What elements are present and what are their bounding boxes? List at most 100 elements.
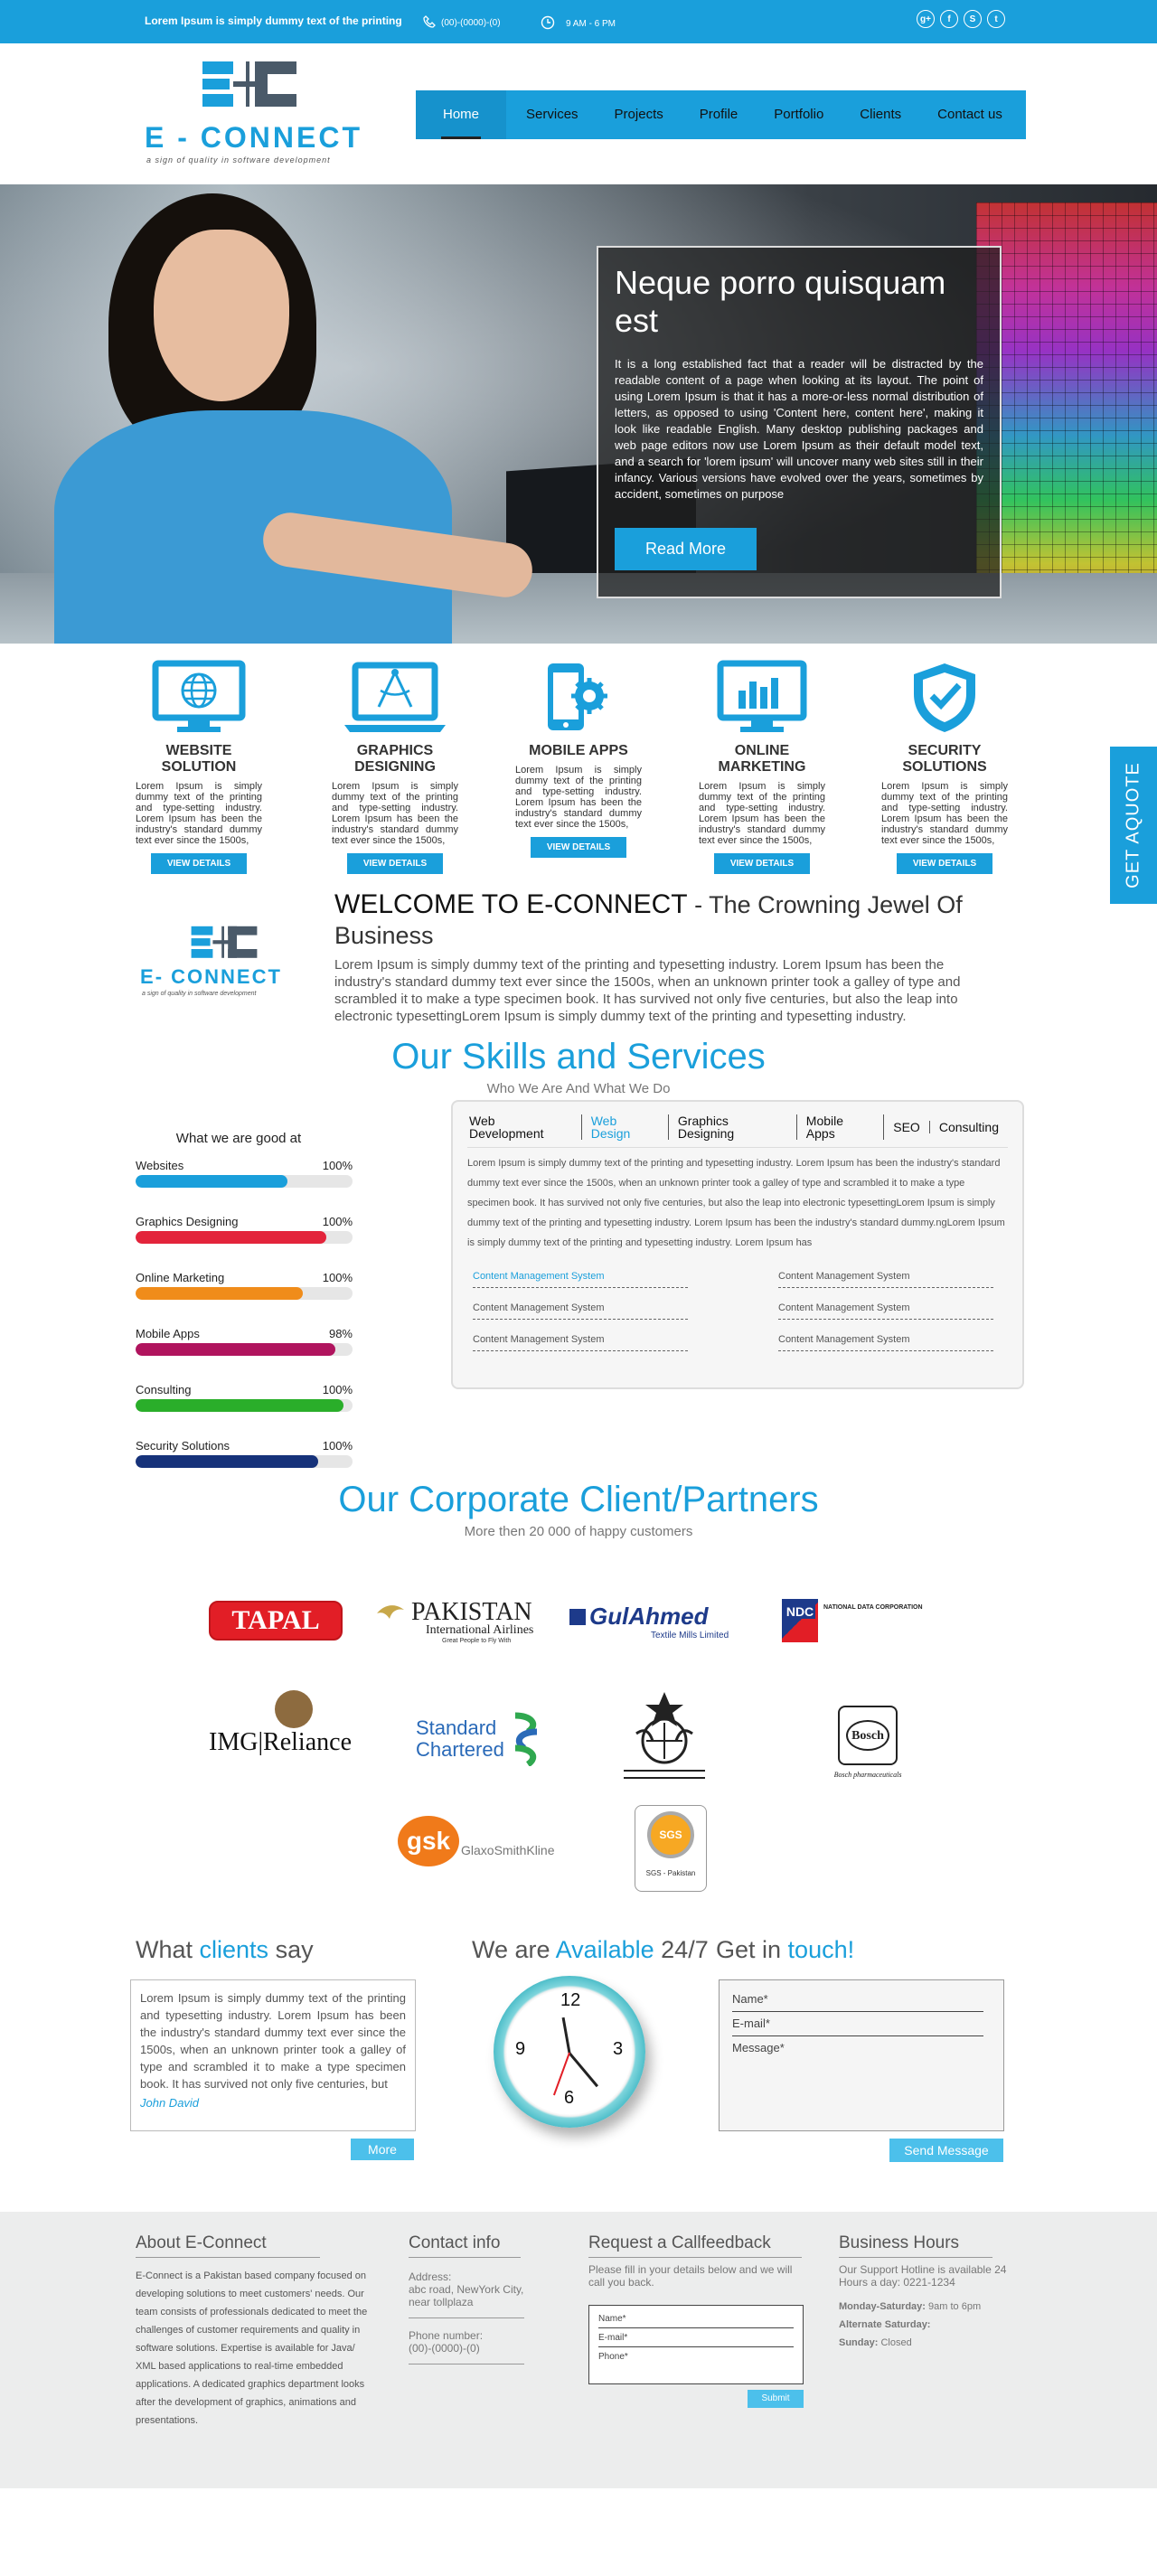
hours-sunday-label: Sunday: bbox=[839, 2337, 879, 2348]
cms-item[interactable]: Content Management System bbox=[778, 1334, 993, 1351]
service-title: SECURITY SOLUTIONS bbox=[902, 743, 987, 775]
client-logo-standard-chartered[interactable]: Standard Chartered bbox=[416, 1707, 560, 1771]
skill-bars-title: What we are good at bbox=[175, 1131, 302, 1146]
twitter-icon[interactable]: t bbox=[987, 10, 1005, 28]
contact-heading-b: touch! bbox=[787, 1936, 855, 1963]
cms-item[interactable]: Content Management System bbox=[473, 1302, 688, 1320]
client-logo-img-reliance[interactable]: IMG|Reliance bbox=[190, 1688, 371, 1760]
testimonial-heading-c: say bbox=[268, 1936, 314, 1963]
footer-phone-label: Phone number: bbox=[409, 2329, 484, 2342]
submit-button[interactable]: Submit bbox=[748, 2390, 804, 2408]
service-text: Lorem Ipsum is simply dummy text of the … bbox=[515, 765, 642, 830]
available-heading: We are Available 24/7 bbox=[472, 1936, 709, 1964]
footer-callback-text: Please fill in your details below and we… bbox=[588, 2263, 793, 2289]
view-details-button[interactable]: VIEW DETAILS bbox=[530, 837, 627, 858]
hours-info: 9 AM - 6 PM bbox=[541, 15, 616, 33]
tab-seo[interactable]: SEO bbox=[884, 1121, 930, 1133]
skill-name: Graphics Designing bbox=[136, 1215, 239, 1228]
clock-num-3: 3 bbox=[613, 2039, 624, 2059]
client-logo-bosch[interactable]: Bosch Bosch pharmaceuticals bbox=[818, 1697, 917, 1787]
service-text: Lorem Ipsum is simply dummy text of the … bbox=[332, 781, 458, 846]
facebook-icon[interactable]: f bbox=[940, 10, 958, 28]
footer-address: abc road, NewYork City, near tollplaza bbox=[409, 2283, 524, 2318]
client-logo-pia[interactable]: PAKISTAN International Airlines Great Pe… bbox=[375, 1595, 538, 1646]
globe-monitor-icon bbox=[136, 660, 262, 741]
skype-icon[interactable]: S bbox=[964, 10, 982, 28]
nav-portfolio[interactable]: Portfolio bbox=[756, 90, 842, 139]
tab-consulting[interactable]: Consulting bbox=[930, 1121, 1008, 1133]
nav-clients[interactable]: Clients bbox=[842, 90, 919, 139]
clients-section: Our Corporate Client/Partners More then … bbox=[0, 1471, 1157, 1918]
pia-logo-icon bbox=[377, 1604, 404, 1619]
tab-header: Web Development Web Design Graphics Desi… bbox=[467, 1114, 1008, 1148]
skill-percent: 100% bbox=[322, 1383, 353, 1396]
more-button[interactable]: More bbox=[351, 2139, 414, 2160]
email-field[interactable]: E-mail* bbox=[732, 2012, 983, 2036]
client-logo-paf[interactable] bbox=[615, 1680, 714, 1789]
tab-graphics-designing[interactable]: Graphics Designing bbox=[669, 1114, 797, 1140]
header: E - CONNECT a sign of quality in softwar… bbox=[0, 43, 1157, 184]
nav-home[interactable]: Home bbox=[416, 90, 507, 139]
skill-percent: 100% bbox=[322, 1159, 353, 1172]
chart-monitor-icon bbox=[699, 660, 825, 741]
googleplus-icon[interactable]: g+ bbox=[917, 10, 935, 28]
testimonial-text: Lorem Ipsum is simply dummy text of the … bbox=[140, 1991, 406, 2091]
hours-weekday-label: Monday-Saturday: bbox=[839, 2301, 926, 2312]
skill-track bbox=[136, 1287, 353, 1300]
footer-phone: (00)-(0000)-(0) bbox=[409, 2342, 524, 2364]
page: Lorem Ipsum is simply dummy text of the … bbox=[0, 0, 1157, 2488]
tab-web-design[interactable]: Web Design bbox=[582, 1114, 669, 1140]
cms-item[interactable]: Content Management System bbox=[778, 1271, 993, 1288]
name-field[interactable]: Name* bbox=[732, 1988, 983, 2012]
available-heading-b: Available bbox=[555, 1936, 654, 1963]
service-title: ONLINE MARKETING bbox=[718, 743, 806, 775]
contact-heading-a: Get in bbox=[716, 1936, 788, 1963]
message-field[interactable]: Message* bbox=[732, 2036, 983, 2060]
social-links: g+ f S t bbox=[917, 10, 1005, 28]
service-text: Lorem Ipsum is simply dummy text of the … bbox=[881, 781, 1008, 846]
welcome-title: WELCOME TO E-CONNECT - The Crowning Jewe… bbox=[334, 889, 976, 951]
gulahmed-name: GulAhmed bbox=[589, 1603, 709, 1630]
client-logo-ndc[interactable]: NDC NATIONAL DATA CORPORATION bbox=[782, 1599, 972, 1653]
paf-emblem-icon bbox=[635, 1692, 693, 1764]
skill-bar: Consulting 100% bbox=[136, 1383, 353, 1412]
client-logo-gulahmed[interactable]: GulAhmed Textile Mills Limited bbox=[569, 1602, 741, 1641]
client-logo-gsk[interactable]: gsk GlaxoSmithKline bbox=[398, 1814, 578, 1868]
pia-subtitle: International Airlines bbox=[426, 1622, 534, 1637]
skill-bars: What we are good at Websites 100% Graphics… bbox=[136, 1131, 353, 1495]
tab-mobile-apps[interactable]: Mobile Apps bbox=[797, 1114, 885, 1140]
skill-track bbox=[136, 1175, 353, 1188]
cms-item[interactable]: Content Management System bbox=[473, 1334, 688, 1351]
tab-web-development[interactable]: Web Development bbox=[467, 1114, 582, 1140]
testimonial-heading: What clients say bbox=[136, 1936, 314, 1964]
nav-profile[interactable]: Profile bbox=[682, 90, 757, 139]
welcome-title-main: WELCOME TO E-CONNECT bbox=[334, 889, 688, 919]
nav-projects[interactable]: Projects bbox=[597, 90, 682, 139]
nav-services[interactable]: Services bbox=[506, 90, 597, 139]
skill-track bbox=[136, 1455, 353, 1468]
callback-name-field[interactable]: Name* bbox=[598, 2309, 794, 2328]
site-logo[interactable]: E - CONNECT a sign of quality in softwar… bbox=[145, 60, 380, 168]
cms-item[interactable]: Content Management System bbox=[473, 1271, 688, 1288]
clock-icon: 12 3 6 9 bbox=[494, 1976, 645, 2128]
service-title: MOBILE APPS bbox=[529, 743, 628, 758]
skill-name: Consulting bbox=[136, 1383, 192, 1396]
hero-title: Neque porro quisquam est bbox=[615, 264, 946, 339]
callback-phone-field[interactable]: Phone* bbox=[598, 2347, 794, 2365]
nav-contact[interactable]: Contact us bbox=[919, 90, 1021, 139]
main-nav: Home Services Projects Profile Portfolio… bbox=[416, 90, 1026, 139]
clock-hour-hand bbox=[561, 2017, 571, 2054]
sc-name-a: Standard bbox=[416, 1716, 497, 1739]
bosch-name: Bosch bbox=[851, 1728, 884, 1743]
read-more-button[interactable]: Read More bbox=[615, 528, 757, 570]
callback-email-field[interactable]: E-mail* bbox=[598, 2328, 794, 2347]
send-message-button[interactable]: Send Message bbox=[889, 2139, 1003, 2162]
clock-num-6: 6 bbox=[564, 2088, 575, 2108]
client-logo-sgs[interactable]: SGS SGS - Pakistan bbox=[633, 1803, 709, 1894]
skill-bar-label: Websites 100% bbox=[136, 1159, 353, 1172]
client-logo-tapal[interactable]: TAPAL bbox=[208, 1599, 343, 1642]
hours-alternate-label: Alternate Saturday: bbox=[839, 2319, 931, 2330]
cms-item[interactable]: Content Management System bbox=[778, 1302, 993, 1320]
img-reliance-name: IMG|Reliance bbox=[209, 1728, 352, 1756]
services-tabs: Web Development Web Design Graphics Desi… bbox=[451, 1100, 1024, 1389]
